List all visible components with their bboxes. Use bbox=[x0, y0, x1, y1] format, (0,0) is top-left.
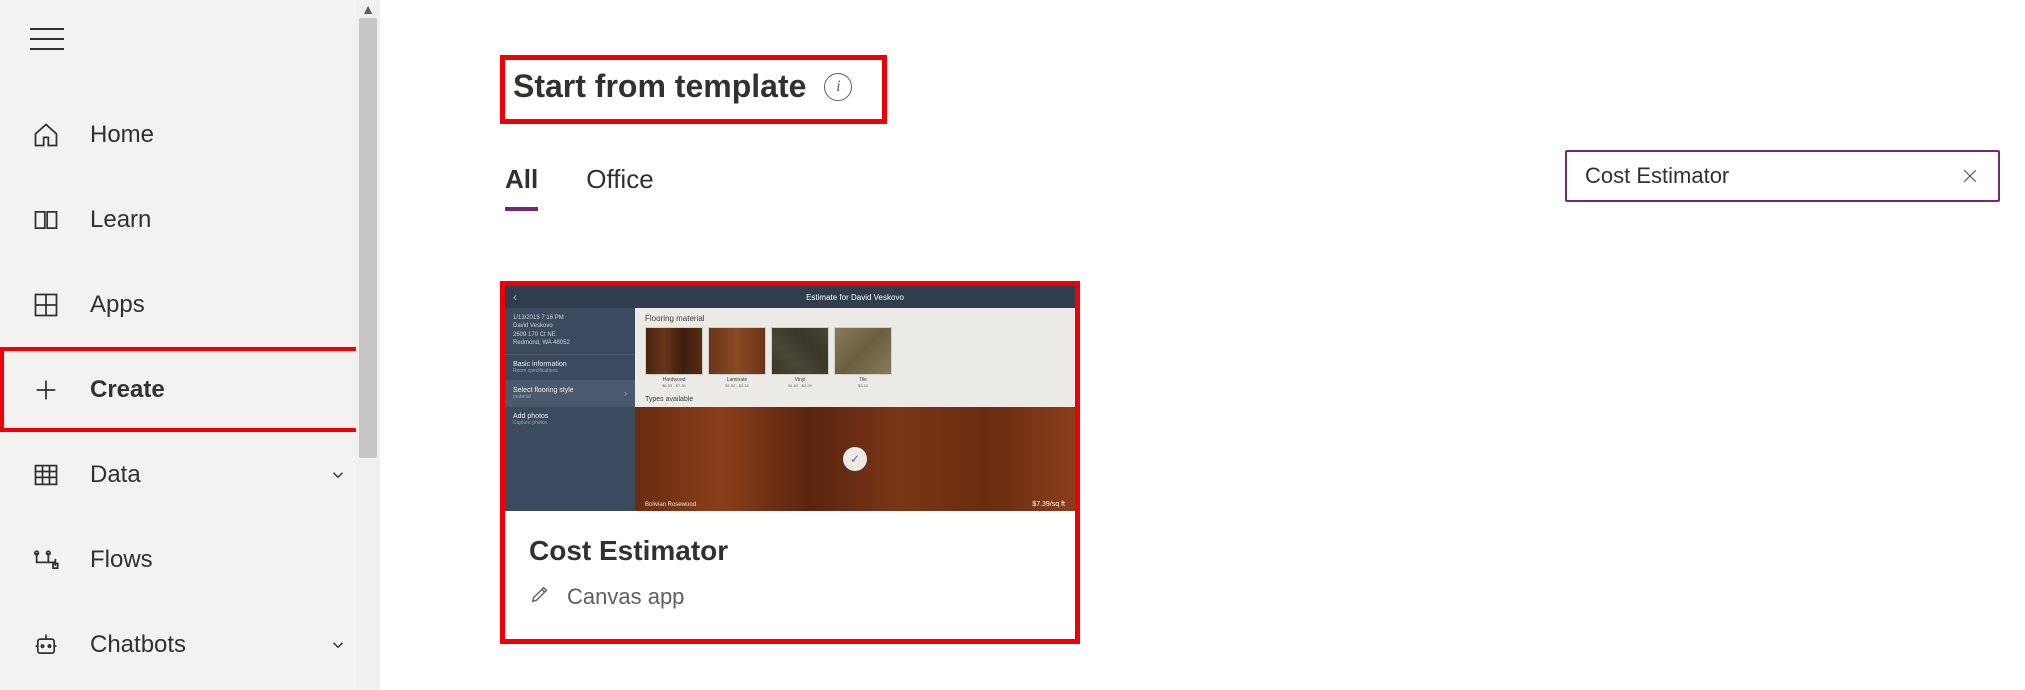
sidebar-item-apps[interactable]: Apps bbox=[0, 262, 380, 347]
sidebar-nav: Home Learn Apps Create Data bbox=[0, 72, 380, 687]
template-card-cost-estimator[interactable]: ‹ 1/13/2015 7:16 PM David Veskovo 2609 1… bbox=[500, 281, 1080, 644]
robot-icon bbox=[30, 629, 62, 661]
check-icon: ✓ bbox=[843, 447, 867, 471]
scroll-thumb[interactable] bbox=[359, 18, 377, 458]
sidebar-scrollbar[interactable]: ▲ bbox=[356, 0, 380, 690]
sidebar-item-home[interactable]: Home bbox=[0, 92, 380, 177]
pencil-icon bbox=[529, 583, 551, 611]
book-icon bbox=[30, 204, 62, 236]
template-type: Canvas app bbox=[529, 583, 1051, 611]
sidebar-item-label: Create bbox=[90, 376, 346, 404]
chevron-down-icon bbox=[326, 633, 350, 657]
sidebar-item-label: Flows bbox=[90, 546, 350, 574]
sidebar-item-label: Home bbox=[90, 121, 350, 149]
home-icon bbox=[30, 119, 62, 151]
swatch-laminate: Laminate $1.52 - $3.14 bbox=[708, 327, 766, 388]
thumb-customer-info: 1/13/2015 7:16 PM David Veskovo 2609 170… bbox=[505, 308, 635, 354]
section-title: Start from template bbox=[513, 68, 806, 105]
hamburger-menu-button[interactable] bbox=[0, 0, 380, 72]
plus-icon bbox=[30, 374, 62, 406]
sidebar-item-label: Data bbox=[90, 461, 326, 489]
template-search[interactable] bbox=[1565, 150, 2000, 202]
close-icon bbox=[1960, 166, 1980, 186]
hamburger-icon bbox=[30, 28, 64, 50]
thumb-row-basic: Basic informationRoom specifications bbox=[505, 354, 635, 380]
chevron-right-icon: › bbox=[624, 388, 627, 398]
swatch-tile: Tile $3.10 bbox=[834, 327, 892, 388]
thumb-nav-panel: ‹ 1/13/2015 7:16 PM David Veskovo 2609 1… bbox=[505, 286, 635, 511]
thumb-header: Estimate for David Veskovo bbox=[635, 286, 1075, 308]
sidebar-item-label: Apps bbox=[90, 291, 350, 319]
sidebar-item-label: Learn bbox=[90, 206, 350, 234]
template-type-label: Canvas app bbox=[567, 584, 684, 610]
thumb-row-photos: Add photosCapture photos bbox=[505, 406, 635, 432]
grid-icon bbox=[30, 289, 62, 321]
table-icon bbox=[30, 459, 62, 491]
scroll-up-arrow-icon[interactable]: ▲ bbox=[356, 0, 380, 18]
search-input[interactable] bbox=[1585, 163, 1956, 189]
info-icon[interactable]: i bbox=[824, 73, 852, 101]
clear-search-button[interactable] bbox=[1956, 162, 1984, 190]
flow-icon bbox=[30, 544, 62, 576]
template-title: Cost Estimator bbox=[529, 535, 1051, 567]
main-content: Start from template i All Office ‹ 1/13/… bbox=[380, 0, 2025, 690]
tab-office[interactable]: Office bbox=[586, 164, 653, 211]
sidebar-item-create[interactable]: Create bbox=[0, 347, 380, 432]
sidebar-item-chatbots[interactable]: Chatbots bbox=[0, 602, 380, 687]
swatch-vinyl: Vinyl $1.60 - $2.29 bbox=[771, 327, 829, 388]
template-card-body: Cost Estimator Canvas app bbox=[505, 511, 1075, 639]
thumb-detail-panel: Estimate for David Veskovo Flooring mate… bbox=[635, 286, 1075, 511]
thumb-wood-sample: ✓ Bolivian Rosewood $7.39/sq ft bbox=[635, 407, 1075, 511]
tab-all[interactable]: All bbox=[505, 164, 538, 211]
thumb-flooring-label: Flooring material bbox=[635, 308, 1075, 327]
section-heading-highlight: Start from template i bbox=[500, 55, 887, 124]
sidebar-item-label: Chatbots bbox=[90, 631, 326, 659]
sidebar: ▲ Home Learn Apps bbox=[0, 0, 380, 690]
swatch-hardwood: Hardwood $6.53 - $7.39 bbox=[645, 327, 703, 388]
thumb-row-flooring: Select flooring stylematerial › bbox=[505, 380, 635, 406]
template-thumbnail: ‹ 1/13/2015 7:16 PM David Veskovo 2609 1… bbox=[505, 286, 1075, 511]
sidebar-item-flows[interactable]: Flows bbox=[0, 517, 380, 602]
thumb-material-swatches: Hardwood $6.53 - $7.39 Laminate $1.52 - … bbox=[635, 327, 1075, 388]
back-chevron-icon: ‹ bbox=[513, 290, 517, 304]
sidebar-item-data[interactable]: Data bbox=[0, 432, 380, 517]
sidebar-item-learn[interactable]: Learn bbox=[0, 177, 380, 262]
chevron-down-icon bbox=[326, 463, 350, 487]
thumb-types-section: Types available ✓ Bolivian Rosewood $7.3… bbox=[635, 392, 1075, 511]
